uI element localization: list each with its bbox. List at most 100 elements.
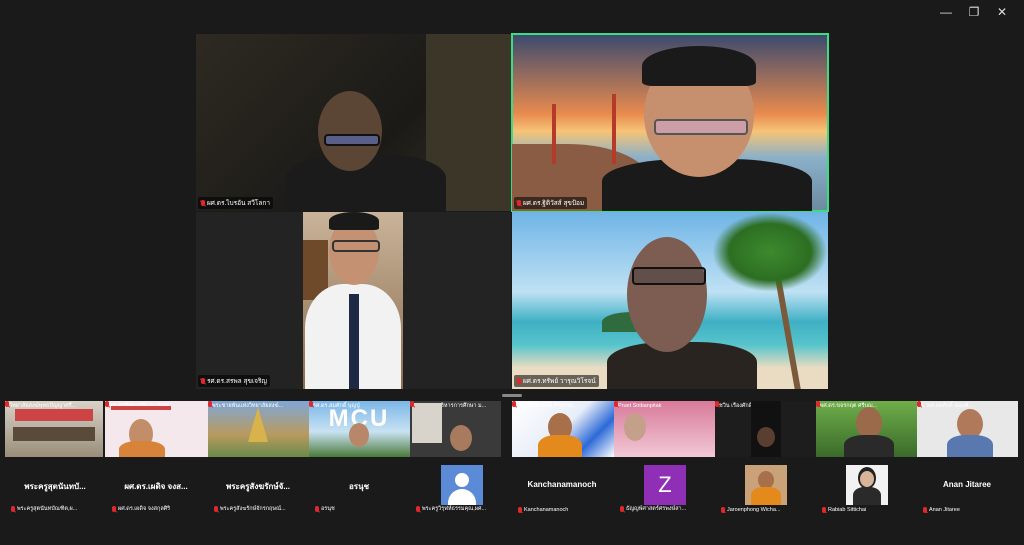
participant-name: Anan Jitaree [923,507,960,513]
person-hair [642,46,756,86]
close-button[interactable]: ✕ [988,4,1016,20]
mic-muted-icon [201,200,205,206]
person-head [349,423,369,447]
participant-tile-no-video[interactable]: พระครูวิรุฬห์ธรรมคุณ,ผศ... [410,463,510,521]
participant-tile-no-video[interactable]: Rabiab Sittichai [816,463,916,521]
participant-name: พระครูสุตนันทบัณฑิต,ผ... [11,505,77,513]
window-controls: — ❐ ✕ [932,4,1016,20]
participant-name: ธัญญพ์ศาสตร์ศรพงษ์สา... [620,505,686,513]
temple [248,407,268,442]
glasses [332,240,380,252]
participant-display-name: อรนุช [349,482,369,491]
person-body [844,435,894,457]
mic-muted-icon [208,401,212,407]
person-body [607,342,757,389]
mic-muted-icon [512,401,516,407]
avatar [745,465,787,505]
participant-display-name: ผศ.ดร.เผดิจ จงส... [124,482,188,491]
gallery-drag-handle[interactable] [502,394,522,397]
background-wall [412,403,442,443]
thumbnail-tile[interactable]: ชวิน เรืองศักดิ์ [715,401,816,457]
monk-robe [751,487,781,505]
mic-muted-icon [11,506,15,512]
video-tile[interactable]: ผศ.ดร.ไบรอัน สวีโลกา [196,34,511,211]
meeting-room [13,427,95,441]
participant-tile-no-video[interactable]: พระครูสุตนันทบั... พระครูสุตนันทบัณฑิต,ผ… [5,463,105,521]
mic-muted-icon [112,506,116,512]
avatar [846,465,888,505]
participant-display-name: Anan Jitaree [942,480,992,489]
participant-tile-no-video[interactable]: Z ธัญญพ์ศาสตร์ศรพงษ์สา... [614,463,714,521]
mic-muted-icon [917,401,921,407]
person-head [860,471,874,487]
participant-display-name: พระครูสุตนันทบั... [24,482,86,491]
video-tile[interactable]: ผศ.ดร.ทรัพย์ วารุณวิโรจน์ [512,212,828,389]
person-hair [329,212,379,230]
person-head [627,237,707,352]
monk-robe [538,435,582,457]
mic-muted-icon [410,401,414,407]
thumbnail-tile[interactable]: MCU รศ.ดร.สมศักดิ์ บุญปู่ [309,401,410,457]
participant-name: พระชายพันแห่งวิทยาลัยสงฆ์... [208,401,309,410]
thumbnail-tile[interactable]: พระครูบัณฑิตย์ ศิริธรรม... [512,401,614,457]
mic-muted-icon [416,506,420,512]
participant-name: อรนุช [315,505,335,513]
mic-muted-icon [721,507,725,513]
participant-tile-no-video[interactable]: Kanchanamanoch Kanchanamanoch [512,463,612,521]
participant-name: ผศ.ดร.ไบรอัน สวีโลกา [198,197,273,209]
mic-muted-icon [315,506,319,512]
portrait-video [751,401,781,457]
participant-name: Kanchanamanoch [518,507,568,513]
participant-display-name: พระครูสังฆรักษ์จั... [225,482,290,491]
participant-tile-no-video[interactable]: อรนุช อรนุช [309,463,409,521]
bridge-tower [552,104,556,164]
thumbnail-tile[interactable]: Pruet Siribanpitak [614,401,715,457]
thumbnail-tile[interactable]: วิทยาลัยสงฆ์พุทธปัญญาศรี... [5,401,103,457]
participant-name: Jaroenphong Wicha... [721,507,781,513]
participant-display-name: Kanchanamanoch [527,480,597,489]
mic-muted-icon [105,401,109,407]
mic-muted-icon [822,507,826,513]
person-body [119,441,165,457]
participant-name: รศ.ดร.สรพล สุขเจริญ [198,375,270,387]
participant-tile-no-video[interactable]: Anan Jitaree Anan Jitaree [917,463,1017,521]
participant-name: พระครูวิรุฬห์ธรรมคุณ,ผศ... [416,505,486,513]
participant-name: ผศ.ดร.ทรัพย์ วารุณวิโรจน์ [514,375,599,387]
banner [111,406,171,410]
avatar [441,465,483,505]
participant-tile-no-video[interactable]: พระครูสังฆรักษ์จั... พระครูสังฆรักษ์จักร… [208,463,308,521]
mic-muted-icon [614,401,618,407]
banner [15,409,93,421]
mic-muted-icon [201,378,205,384]
restore-button[interactable]: ❐ [960,4,988,20]
mic-muted-icon [309,401,313,407]
participant-tile-no-video[interactable]: ผศ.ดร.เผดิจ จงส... ผศ.ดร.เผดิจ จงสกุลศิร… [106,463,206,521]
glasses [654,119,748,135]
person-head [624,413,646,441]
necktie [349,294,359,389]
participant-name: ผศ.ดร.ฐิติวัสส์ สุขป้อม [514,197,588,209]
video-tile-active-speaker[interactable]: ผศ.ดร.ฐิติวัสส์ สุขป้อม [511,33,829,212]
participant-name: พระครูสังฆรักษ์จักรกฤษณ์... [214,505,286,513]
participant-name: ผศ.ดร.เผดิจ จงสกุลศิริ [112,505,170,513]
mic-muted-icon [816,401,820,407]
glasses [324,134,380,146]
mic-muted-icon [517,378,521,384]
minimize-button[interactable]: — [932,4,960,20]
mic-muted-icon [518,507,522,513]
thumbnail-tile[interactable]: ร.ม.พรหมบริหารการศึกษา ม... [410,401,501,457]
thumbnail-tile[interactable]: พระครูพิพัฒน์ปัญญาวิเทศ... [105,401,208,457]
mic-muted-icon [214,506,218,512]
thumbnail-tile[interactable]: พระชายพันแห่งวิทยาลัยสงฆ์... [208,401,309,457]
video-tile[interactable]: รศ.ดร.สรพล สุขเจริญ [196,212,511,389]
participant-tile-no-video[interactable]: Jaroenphong Wicha... [715,463,815,521]
portrait-video [303,212,403,389]
palm-leaves [712,212,828,292]
thumbnail-tile[interactable]: 1. ผศ.สมศักดิ์ น้อมศิ... [917,401,1018,457]
thumbnail-tile[interactable]: ผศ.ดร.ขจรกฤต ศรีบุญ... [816,401,917,457]
bridge-tower [612,94,616,164]
mic-muted-icon [620,506,624,512]
person-body [947,435,993,457]
glasses [632,267,706,285]
mic-muted-icon [5,401,9,407]
